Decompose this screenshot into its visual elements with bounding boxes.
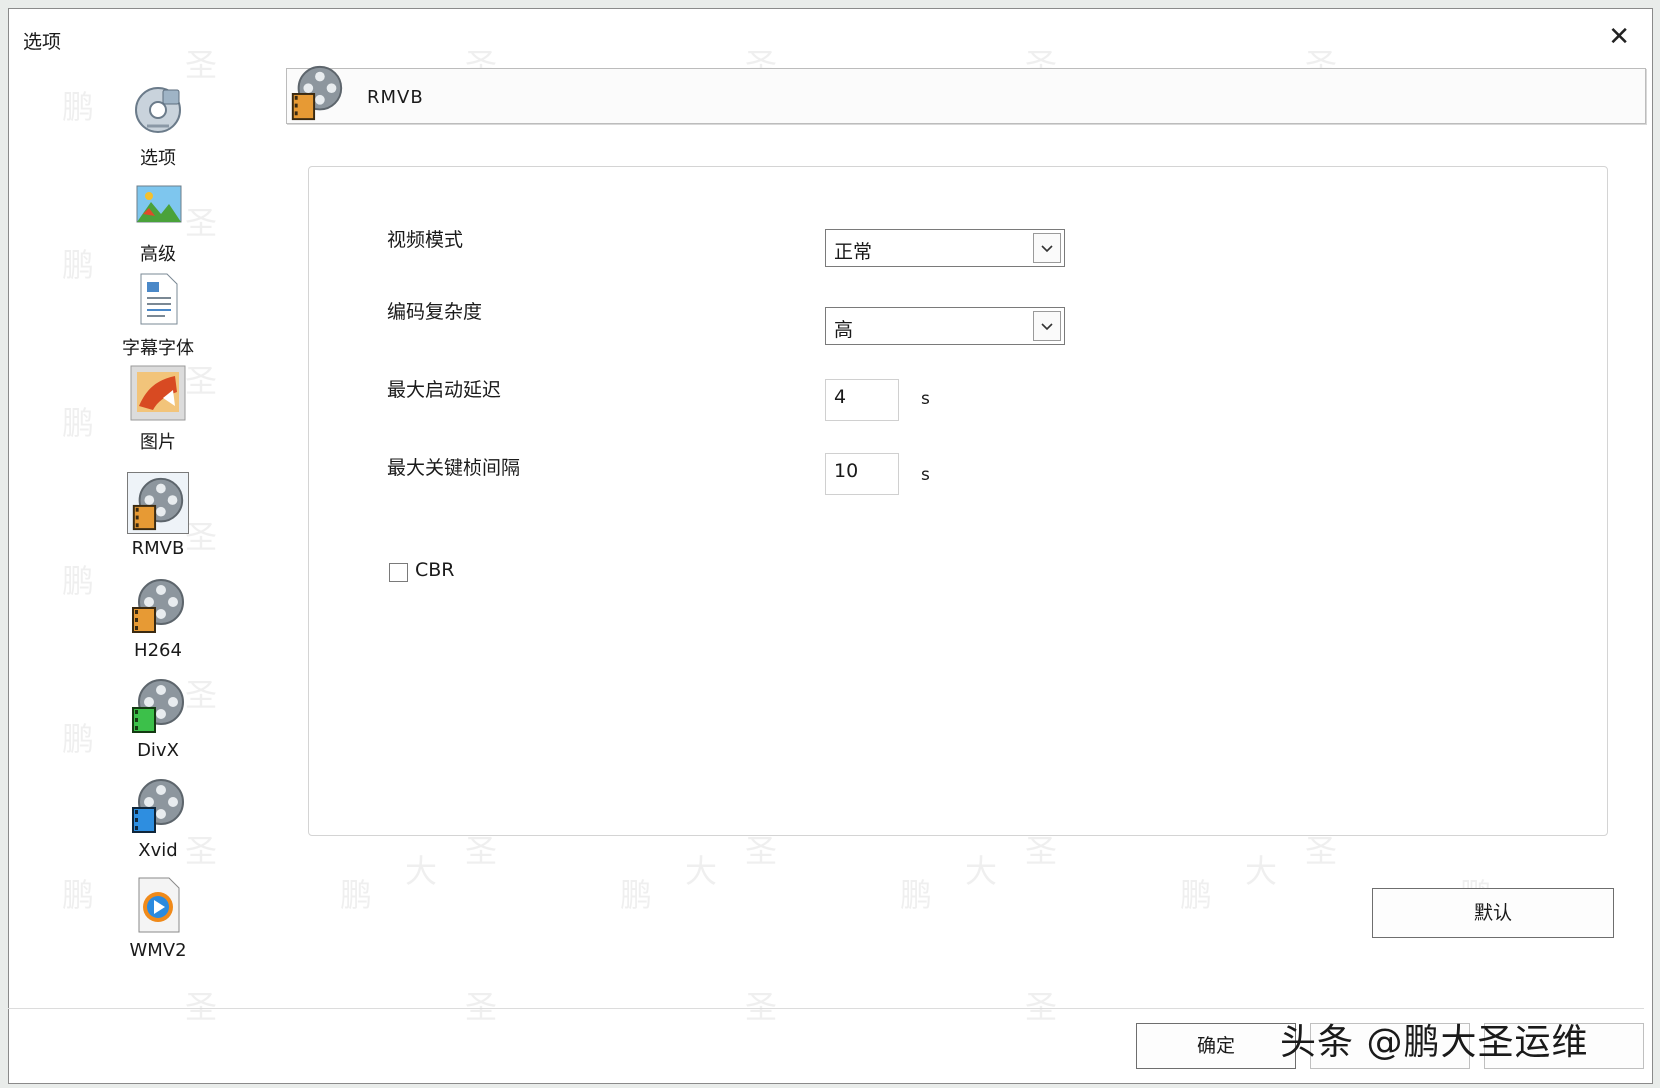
dialog-title: 选项 bbox=[23, 31, 62, 53]
sidebar-item-label: 字幕字体 bbox=[122, 338, 194, 359]
sidebar-item-label: 高级 bbox=[140, 244, 176, 265]
video-mode-select[interactable]: 正常 bbox=[825, 229, 1065, 267]
settings-disc-icon bbox=[127, 78, 189, 140]
max-keyframe-interval-label: 最大关键桢间隔 bbox=[387, 457, 521, 479]
section-title: RMVB bbox=[367, 87, 424, 108]
sidebar-item-h264[interactable]: H264 bbox=[88, 574, 228, 661]
sidebar-item-subtitle-font[interactable]: 字幕字体 bbox=[88, 268, 228, 360]
max-keyframe-interval-unit: s bbox=[921, 465, 930, 485]
sidebar-item-divx[interactable]: DivX bbox=[88, 674, 228, 761]
painting-icon bbox=[127, 362, 189, 424]
max-keyframe-interval-input[interactable]: 10 bbox=[825, 453, 899, 495]
settings-panel: 视频模式 正常 编码复杂度 高 最大启动延迟 4 s 最大关键桢间隔 10 s … bbox=[308, 166, 1608, 836]
sidebar-item-advanced[interactable]: 高级 bbox=[88, 174, 228, 266]
footer-divider bbox=[8, 1008, 1644, 1009]
film-reel-blue-icon bbox=[127, 774, 189, 836]
film-reel-green-icon bbox=[127, 674, 189, 736]
sidebar-item-rmvb[interactable]: RMVB bbox=[88, 472, 228, 559]
max-start-delay-unit: s bbox=[921, 389, 930, 409]
encode-complexity-label: 编码复杂度 bbox=[387, 301, 483, 323]
sidebar-item-wmv2[interactable]: WMV2 bbox=[88, 874, 228, 961]
max-start-delay-input[interactable]: 4 bbox=[825, 379, 899, 421]
sidebar-item-label: 选项 bbox=[140, 148, 176, 169]
sidebar-item-label: Xvid bbox=[138, 840, 178, 861]
video-mode-label: 视频模式 bbox=[387, 229, 464, 251]
encode-complexity-select[interactable]: 高 bbox=[825, 307, 1065, 345]
sidebar-item-picture[interactable]: 图片 bbox=[88, 362, 228, 454]
default-button[interactable]: 默认 bbox=[1372, 888, 1614, 938]
watermark-credit: 头条 @鹏大圣运维 bbox=[1280, 1022, 1589, 1063]
film-reel-orange-icon bbox=[127, 472, 189, 534]
video-mode-value: 正常 bbox=[834, 241, 873, 263]
sidebar-item-label: H264 bbox=[134, 640, 182, 661]
film-reel-orange-icon bbox=[287, 63, 347, 123]
sidebar-item-options[interactable]: 选项 bbox=[88, 78, 228, 170]
landscape-picture-icon bbox=[127, 174, 189, 236]
sidebar-item-label: 图片 bbox=[140, 432, 176, 453]
chevron-down-icon[interactable] bbox=[1033, 233, 1061, 263]
film-reel-orange-icon bbox=[127, 574, 189, 636]
sidebar-item-label: DivX bbox=[137, 740, 179, 761]
chevron-down-icon[interactable] bbox=[1033, 311, 1061, 341]
cbr-checkbox[interactable] bbox=[389, 563, 408, 582]
sidebar-item-label: WMV2 bbox=[129, 940, 187, 961]
cbr-label: CBR bbox=[415, 559, 455, 581]
sidebar-item-label: RMVB bbox=[131, 538, 185, 559]
close-icon[interactable]: ✕ bbox=[1608, 23, 1630, 51]
section-header: RMVB bbox=[286, 65, 1646, 124]
document-icon bbox=[127, 268, 189, 330]
encode-complexity-value: 高 bbox=[834, 319, 854, 341]
sidebar-item-xvid[interactable]: Xvid bbox=[88, 774, 228, 861]
ok-button[interactable]: 确定 bbox=[1136, 1023, 1296, 1069]
max-start-delay-label: 最大启动延迟 bbox=[387, 379, 502, 401]
media-player-icon bbox=[127, 874, 189, 936]
